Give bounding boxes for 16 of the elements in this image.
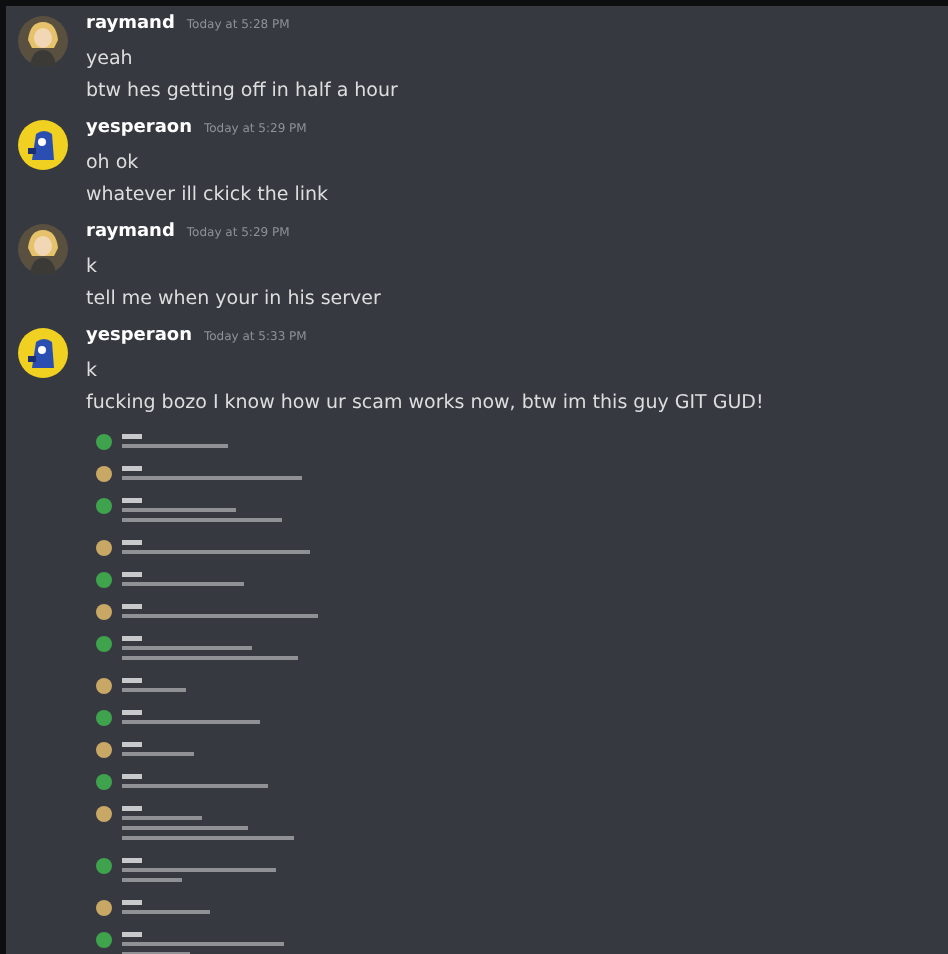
avatar xyxy=(18,328,68,378)
avatar xyxy=(18,16,68,66)
username[interactable]: raymand xyxy=(86,14,175,34)
username[interactable]: raymand xyxy=(86,222,175,242)
message-text: yeah xyxy=(86,46,135,74)
message-text: k xyxy=(86,358,100,386)
message-text: btw hes getting off in half a hour xyxy=(86,77,398,105)
message-text: tell me when your in his server xyxy=(86,285,381,313)
message-text: whatever ill ckick the link xyxy=(86,181,329,209)
username[interactable]: yesperaon xyxy=(86,326,192,346)
username[interactable]: yesperaon xyxy=(86,118,192,138)
avatar xyxy=(18,120,68,170)
avatar xyxy=(18,224,68,274)
message-text: k xyxy=(86,254,100,282)
message-text: fucking bozo I know how ur scam works now, btw im this guy GIT GUD! xyxy=(86,389,764,417)
message-text: oh ok xyxy=(86,150,141,178)
